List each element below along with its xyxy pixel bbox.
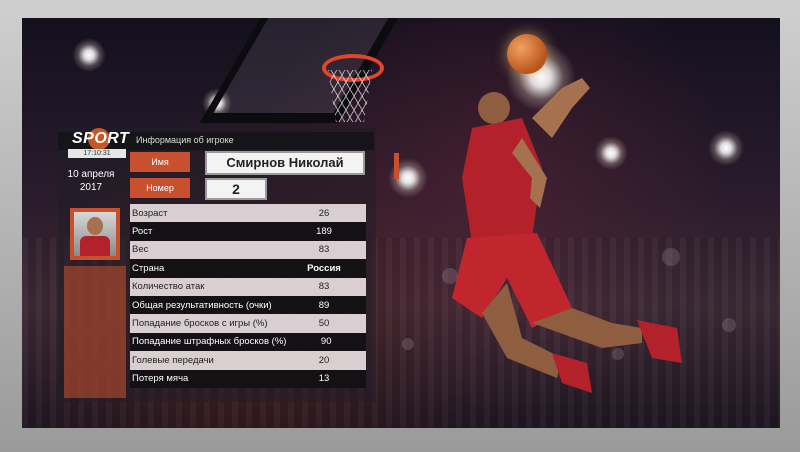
stat-row: Количество атак 83 [130, 277, 366, 296]
stat-value: 89 [318, 299, 330, 311]
stat-value: 20 [318, 354, 330, 366]
stat-value: 83 [318, 281, 330, 293]
player-jersey [462, 118, 542, 243]
name-label: Имя [130, 152, 190, 172]
date-year: 2017 [79, 182, 103, 193]
stat-value: 83 [318, 244, 330, 256]
name-value: Смирнов Николай [205, 151, 365, 175]
stat-row: Вес 83 [130, 240, 366, 260]
stat-row: Общая результативность (очки) 89 [130, 295, 366, 315]
player-photo [74, 212, 116, 256]
stat-row: Попадание бросков с игры (%) 50 [130, 314, 366, 333]
stat-row: Рост 189 [130, 222, 366, 241]
stat-value: 26 [318, 207, 330, 219]
photo-head [87, 217, 103, 235]
bokeh-light [722, 318, 736, 332]
date: 10 апреля 2017 [60, 168, 122, 194]
logo-text: SPORT [72, 130, 130, 147]
stat-value: 189 [316, 226, 332, 238]
date-day: 10 апреля [67, 169, 115, 180]
stat-label: Возраст [132, 207, 168, 219]
stat-value: 50 [318, 318, 330, 330]
stat-label: Рост [132, 226, 153, 238]
number-label: Номер [130, 178, 190, 198]
stat-row: Попадание штрафных бросков (%) 90 [130, 332, 366, 352]
stat-label: Общая результативность (очки) [132, 299, 272, 311]
stat-row: Возраст 26 [130, 204, 366, 223]
stat-row: Голевые передачи 20 [130, 351, 366, 370]
photo-body [80, 236, 110, 256]
player-arm-raised [532, 78, 590, 138]
stats-table: Возраст 26 Рост 189 Вес 83 Страна Россия… [130, 204, 366, 388]
stat-label: Голевые передачи [132, 354, 214, 366]
stat-label: Вес [132, 244, 149, 256]
stat-value: Россия [307, 262, 341, 274]
stadium-light [72, 38, 106, 72]
stat-label: Попадание бросков с игры (%) [132, 318, 268, 330]
player-head [478, 92, 510, 124]
player-shoe [637, 320, 682, 363]
stat-label: Потеря мяча [132, 373, 189, 385]
panel-title: Информация об игроке [136, 135, 234, 145]
stadium-light [708, 130, 744, 166]
accent-bar [394, 153, 399, 179]
stat-label: Страна [132, 262, 165, 274]
player-figure [452, 78, 682, 393]
stat-value: 90 [320, 336, 332, 348]
panel-side-strip [64, 266, 126, 398]
stat-label: Количество атак [132, 281, 205, 293]
stat-value: 13 [318, 373, 330, 385]
stat-label: Попадание штрафных бросков (%) [132, 336, 287, 348]
stat-row: Потеря мяча 13 [130, 369, 366, 388]
stat-row: Страна Россия [130, 259, 366, 278]
number-value: 2 [205, 178, 267, 200]
clock: 17:10:31 [68, 149, 126, 158]
